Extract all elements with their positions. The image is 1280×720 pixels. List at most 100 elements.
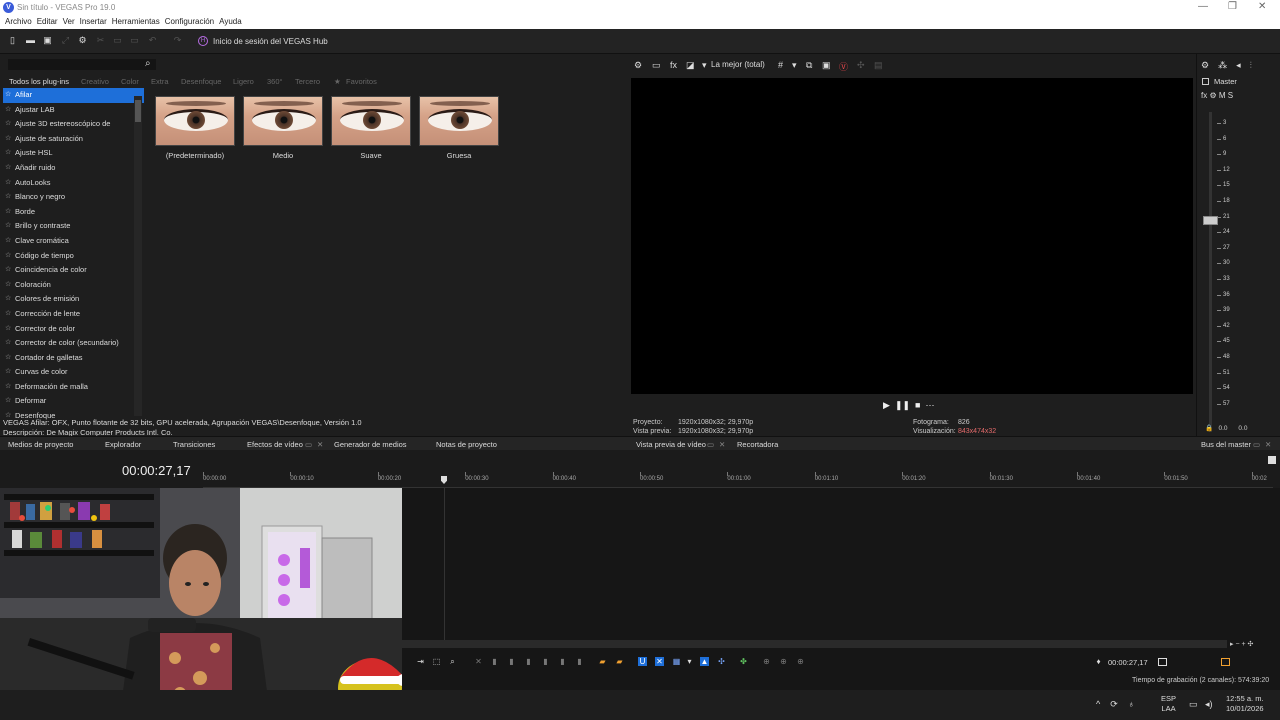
tab-extra[interactable]: Extra [151, 77, 169, 86]
volume-fader[interactable] [1203, 216, 1218, 225]
time-ruler[interactable]: 00:00:00 00:00:10 00:00:20 00:00:30 00:00:40… [203, 472, 1273, 488]
effect-item[interactable]: Ajuste 3D estereoscópico de [3, 117, 144, 132]
tab-color[interactable]: Color [121, 77, 139, 86]
tab-transiciones[interactable]: Transiciones [173, 440, 215, 449]
chevron-down-icon[interactable]: ▾ [685, 657, 694, 666]
effect-item[interactable]: Código de tiempo [3, 249, 144, 264]
effect-item[interactable]: Borde [3, 205, 144, 220]
menu-herramientas[interactable]: Herramientas [112, 17, 160, 26]
vegas-hub-login-link[interactable]: Inicio de sesión del VEGAS Hub [213, 37, 328, 46]
loop-icon[interactable] [1158, 658, 1167, 666]
system-clock[interactable]: 12:55 a. m. 10/01/2026 [1226, 694, 1264, 714]
zoom-icon[interactable]: ⌕ [448, 657, 457, 666]
effect-item[interactable]: AutoLooks [3, 176, 144, 191]
menu-configuracion[interactable]: Configuración [165, 17, 214, 26]
fx-chain-icon[interactable]: ✤ [739, 657, 748, 666]
trim-icon[interactable]: ▮ [490, 657, 499, 666]
ungroup-icon[interactable]: ⊕ [779, 657, 788, 666]
vegas-hub-icon[interactable]: H [198, 36, 208, 46]
tab-360[interactable]: 360° [267, 77, 283, 86]
search-icon[interactable]: ⌕ [145, 58, 157, 70]
sync-icon[interactable]: ⊕ [796, 657, 805, 666]
speaker-icon[interactable]: ◂ [1236, 60, 1250, 70]
overlay-icon[interactable]: ✣ [857, 60, 865, 71]
effect-item[interactable]: Coloración [3, 278, 144, 293]
speaker-icon[interactable]: ◂) [1205, 699, 1213, 710]
float-icon[interactable]: ▭ [707, 440, 714, 449]
close-button[interactable]: ✕ [1258, 1, 1266, 12]
safe-area-icon[interactable]: ▤ [874, 60, 883, 71]
effect-item[interactable]: Cortador de galletas [3, 351, 144, 366]
open-folder-icon[interactable]: ▬ [26, 36, 35, 45]
selection-icon[interactable]: ⬚ [432, 657, 441, 666]
tab-vista-previa[interactable]: Vista previa de vídeo [636, 440, 706, 449]
master-checkbox[interactable] [1202, 78, 1209, 85]
fx-icon[interactable]: fx [670, 60, 677, 70]
region-loop-icon[interactable] [1221, 658, 1230, 666]
minimize-button[interactable]: — [1198, 1, 1208, 12]
lock-envelopes-icon[interactable]: ▲ [700, 657, 709, 666]
grid-icon[interactable]: # [778, 60, 783, 70]
split-icon[interactable]: ▮ [541, 657, 550, 666]
copy-icon[interactable]: ▭ [113, 36, 122, 45]
effect-item[interactable]: Ajustar LAB [3, 103, 144, 118]
effect-item[interactable]: Brillo y contraste [3, 219, 144, 234]
chevron-down-icon[interactable]: ▾ [792, 60, 797, 71]
effect-item[interactable]: Ajuste HSL [3, 146, 144, 161]
effect-item[interactable]: Colores de emisión [3, 292, 144, 307]
network-icon[interactable]: ▭ [1189, 699, 1198, 710]
lock-icon[interactable]: ▮ [558, 657, 567, 666]
gear-icon[interactable]: ⚙ [1201, 60, 1218, 70]
lock-icon[interactable]: 🔒 [1205, 425, 1213, 432]
delete-icon[interactable]: ✕ [474, 657, 483, 666]
mixer-icon[interactable]: ⁂ [1218, 60, 1236, 70]
preset-gruesa[interactable]: Gruesa [419, 96, 501, 160]
ripple-icon[interactable]: ▮ [575, 657, 584, 666]
paste-icon[interactable]: ▭ [130, 36, 139, 45]
effect-item[interactable]: Corrección de lente [3, 307, 144, 322]
save-snapshot-icon[interactable]: ▣ [822, 60, 831, 71]
gear-icon[interactable]: ⚙ [78, 36, 87, 45]
tab-tercero[interactable]: Tercero [295, 77, 320, 86]
snap-icon[interactable]: U [638, 657, 647, 666]
master-fx-row[interactable]: fx ⚙ M S [1201, 91, 1233, 100]
effect-item[interactable]: Clave cromática [3, 234, 144, 249]
zoom-controls[interactable]: ▸ − + ✣ [1230, 640, 1280, 648]
trim-end-icon[interactable]: ▮ [524, 657, 533, 666]
tab-desenfoque[interactable]: Desenfoque [181, 77, 221, 86]
redo-icon[interactable]: ↷ [173, 36, 182, 45]
tab-medios-proyecto[interactable]: Medios de proyecto [8, 440, 73, 449]
maximize-button[interactable]: ❐ [1228, 1, 1237, 12]
effect-item[interactable]: Ajuste de saturación [3, 132, 144, 147]
new-file-icon[interactable]: ▯ [8, 36, 17, 45]
tab-explorador[interactable]: Explorador [105, 440, 141, 449]
timeline-scrollbar[interactable] [402, 640, 1227, 648]
close-icon[interactable]: ✕ [317, 440, 323, 449]
expand-track-icon[interactable]: ⇥ [416, 657, 425, 666]
tab-recortadora[interactable]: Recortadora [737, 440, 778, 449]
menu-editar[interactable]: Editar [37, 17, 58, 26]
menu-insertar[interactable]: Insertar [80, 17, 107, 26]
pause-icon[interactable]: ❚❚ [895, 400, 910, 410]
vegas-record-icon[interactable]: Ⓥ [839, 60, 848, 73]
save-icon[interactable]: ▣ [43, 36, 52, 45]
settings-icon[interactable]: ⚙ [634, 60, 642, 71]
language-indicator[interactable]: ESP LAA [1161, 694, 1176, 714]
ignore-grouping-icon[interactable]: ✣ [717, 657, 726, 666]
preset-suave[interactable]: Suave [331, 96, 413, 160]
marker-icon[interactable]: ▰ [598, 657, 607, 666]
play-icon[interactable]: ▶ [883, 400, 890, 410]
effect-item[interactable]: Blanco y negro [3, 190, 144, 205]
auto-ripple-icon[interactable]: ▦ [672, 657, 681, 666]
effect-item[interactable]: Deformación de malla [3, 380, 144, 395]
menu-ver[interactable]: Ver [63, 17, 75, 26]
tab-ligero[interactable]: Ligero [233, 77, 254, 86]
effect-item[interactable]: Curvas de color [3, 365, 144, 380]
chevron-up-icon[interactable]: ^ [1096, 699, 1100, 709]
split-screen-icon[interactable]: ◪ [686, 60, 695, 71]
menu-archivo[interactable]: Archivo [5, 17, 32, 26]
effect-item[interactable]: Afilar [3, 88, 144, 103]
auto-crossfade-icon[interactable]: ✕ [655, 657, 664, 666]
preset-predeterminado[interactable]: (Predeterminado) [155, 96, 237, 160]
sync-icon[interactable]: ⟳ [1110, 699, 1118, 709]
